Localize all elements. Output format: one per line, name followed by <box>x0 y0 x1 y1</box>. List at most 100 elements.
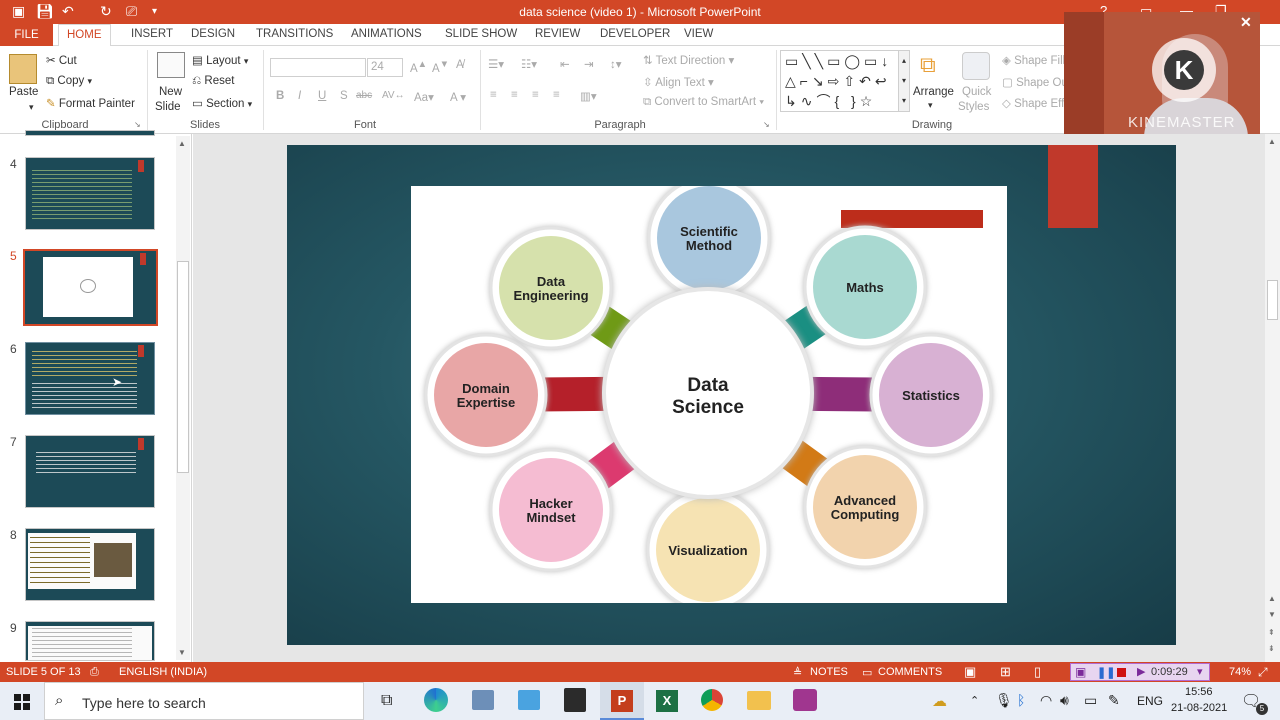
tab-design[interactable]: DESIGN <box>191 28 235 40</box>
align-right-icon[interactable]: ≡ <box>532 89 539 101</box>
tab-developer[interactable]: DEVELOPER <box>600 28 670 40</box>
network-app-icon[interactable] <box>472 690 494 710</box>
stop-icon[interactable] <box>1117 668 1126 677</box>
shapes-gallery-scroll[interactable]: ▴ ▾ ▾ <box>898 50 910 112</box>
play-icon[interactable]: ▶ <box>1137 665 1145 678</box>
shapes-gallery[interactable]: ▭╲╲▭◯▭↓ △⌐↘⇨⇧↶↩ ↳∿⌒{ }☆ <box>780 50 908 112</box>
format-painter-button[interactable]: Format Painter <box>59 98 135 110</box>
diagram-image[interactable]: Scientific Method Maths Statistics Advanced C… <box>411 176 1007 612</box>
text-direction-button[interactable]: Text Direction <box>656 55 726 67</box>
change-case-icon[interactable]: Aa▾ <box>414 90 434 104</box>
copy-button[interactable]: Copy <box>57 75 84 87</box>
wifi-icon[interactable]: ◠ <box>1040 692 1052 709</box>
arrange-icon[interactable]: ⧉ <box>920 52 936 78</box>
spelling-icon[interactable]: ⎙ <box>90 666 99 679</box>
bold-icon[interactable]: B <box>276 90 284 102</box>
battery-icon[interactable]: ▭ <box>1084 692 1097 709</box>
paragraph-launcher-icon[interactable]: ↘ <box>763 120 770 129</box>
new-slide-icon[interactable] <box>157 52 185 78</box>
decrease-indent-icon[interactable]: ⇤ <box>560 57 570 71</box>
slide-sorter-icon[interactable]: ⊞ <box>1000 664 1011 680</box>
tab-review[interactable]: REVIEW <box>535 28 580 40</box>
weather-icon[interactable]: ☁ <box>932 692 947 710</box>
bullets-icon[interactable]: ☰▾ <box>488 57 504 71</box>
tab-insert[interactable]: INSERT <box>131 28 173 40</box>
paste-icon[interactable] <box>9 54 37 84</box>
app-icon-2[interactable] <box>518 690 540 710</box>
paste-dropdown-icon[interactable]: ▾ <box>29 102 34 113</box>
show-hidden-icons[interactable]: ⌃ <box>970 694 979 707</box>
microphone-icon[interactable]: 🎙︎ <box>995 692 1013 709</box>
strikethrough-icon[interactable]: abc <box>356 90 372 101</box>
excel-icon[interactable]: X <box>656 690 678 712</box>
paste-button[interactable]: Paste <box>9 86 38 98</box>
file-explorer-icon[interactable] <box>747 691 771 710</box>
chrome-icon[interactable] <box>701 689 723 711</box>
reset-button[interactable]: Reset <box>204 75 234 87</box>
slide-thumbnail-7[interactable] <box>25 435 155 508</box>
quick-styles-icon[interactable] <box>962 52 990 80</box>
line-spacing-icon[interactable]: ↕▾ <box>610 57 622 71</box>
clock-date[interactable]: 21-08-2021 <box>1171 702 1227 714</box>
comments-button[interactable]: COMMENTS <box>878 666 942 678</box>
arrange-button[interactable]: Arrange <box>913 86 954 98</box>
layout-button[interactable]: Layout <box>206 55 241 67</box>
numbering-icon[interactable]: ☷▾ <box>521 57 537 71</box>
slide-thumbnail-9[interactable] <box>25 621 155 661</box>
store-icon[interactable] <box>564 688 586 712</box>
tab-slide-show[interactable]: SLIDE SHOW <box>445 28 517 40</box>
justify-icon[interactable]: ≡ <box>553 89 560 101</box>
new-slide-label-1[interactable]: New <box>159 86 182 98</box>
italic-icon[interactable]: I <box>298 90 301 102</box>
input-language[interactable]: ENG <box>1137 694 1163 708</box>
arrange-dropdown-icon[interactable]: ▾ <box>928 100 933 111</box>
taskbar-search-box[interactable]: ⌕ Type here to search <box>44 682 364 720</box>
quick-styles-label-2[interactable]: Styles <box>958 101 989 113</box>
taskbar-powerpoint[interactable]: P <box>600 682 644 720</box>
language-indicator[interactable]: ENGLISH (INDIA) <box>119 666 207 678</box>
thumbnail-scroll-thumb[interactable] <box>177 261 189 473</box>
reading-view-icon[interactable]: ▯ <box>1034 664 1041 680</box>
shrink-font-icon[interactable]: A▼ <box>432 59 449 75</box>
screen-recorder-icon[interactable] <box>793 689 817 711</box>
align-left-icon[interactable]: ≡ <box>490 89 497 101</box>
fit-slide-icon[interactable]: ⤢ <box>1258 665 1268 680</box>
task-view-icon[interactable]: ⧉ <box>381 692 392 710</box>
align-text-button[interactable]: Align Text <box>655 77 705 89</box>
pen-icon[interactable]: ✎ <box>1108 692 1120 709</box>
shadow-icon[interactable]: S <box>340 90 348 102</box>
section-button[interactable]: Section <box>206 98 244 110</box>
cut-button[interactable]: Cut <box>59 55 77 67</box>
shape-fill-button[interactable]: Shape Fill <box>1014 55 1065 67</box>
edge-icon[interactable] <box>424 688 448 712</box>
bluetooth-icon[interactable]: ᛒ <box>1017 692 1025 708</box>
tab-view[interactable]: VIEW <box>684 28 713 40</box>
tab-home[interactable]: HOME <box>58 24 111 47</box>
shape-effects-button[interactable]: Shape Eff <box>1014 98 1064 110</box>
notes-button[interactable]: NOTES <box>810 666 848 678</box>
slide-thumbnail-3-partial[interactable] <box>25 130 155 136</box>
char-spacing-icon[interactable]: AV↔ <box>382 90 405 101</box>
thumbnail-scrollbar[interactable]: ▲ ▼ <box>176 136 190 660</box>
font-size-box[interactable]: 24 <box>367 58 403 77</box>
volume-icon[interactable]: 🔊︎ <box>1060 692 1069 709</box>
clipboard-launcher-icon[interactable]: ↘ <box>134 120 141 129</box>
slide-thumbnail-4[interactable] <box>25 157 155 230</box>
shape-outline-button[interactable]: Shape Ou <box>1016 77 1068 89</box>
tab-transitions[interactable]: TRANSITIONS <box>256 28 333 40</box>
normal-view-icon[interactable]: ▣ <box>964 664 976 680</box>
pause-icon[interactable]: ❚❚ <box>1097 666 1115 679</box>
underline-icon[interactable]: U <box>318 90 326 102</box>
font-color-icon[interactable]: A ▾ <box>450 90 466 104</box>
convert-smartart-button[interactable]: Convert to SmartArt <box>654 96 756 108</box>
clock-time[interactable]: 15:56 <box>1185 686 1213 698</box>
recorder-screen-icon[interactable]: ▣ <box>1075 665 1086 679</box>
tab-animations[interactable]: ANIMATIONS <box>351 28 422 40</box>
slide-thumbnail-8[interactable] <box>25 528 155 601</box>
increase-indent-icon[interactable]: ⇥ <box>584 57 594 71</box>
grow-font-icon[interactable]: A▲ <box>410 59 427 75</box>
quick-styles-label-1[interactable]: Quick <box>962 86 991 98</box>
clear-format-icon[interactable]: A̸ <box>456 59 464 71</box>
recorder-menu-icon[interactable]: ▾ <box>1197 665 1203 678</box>
tab-file[interactable]: FILE <box>0 24 53 46</box>
